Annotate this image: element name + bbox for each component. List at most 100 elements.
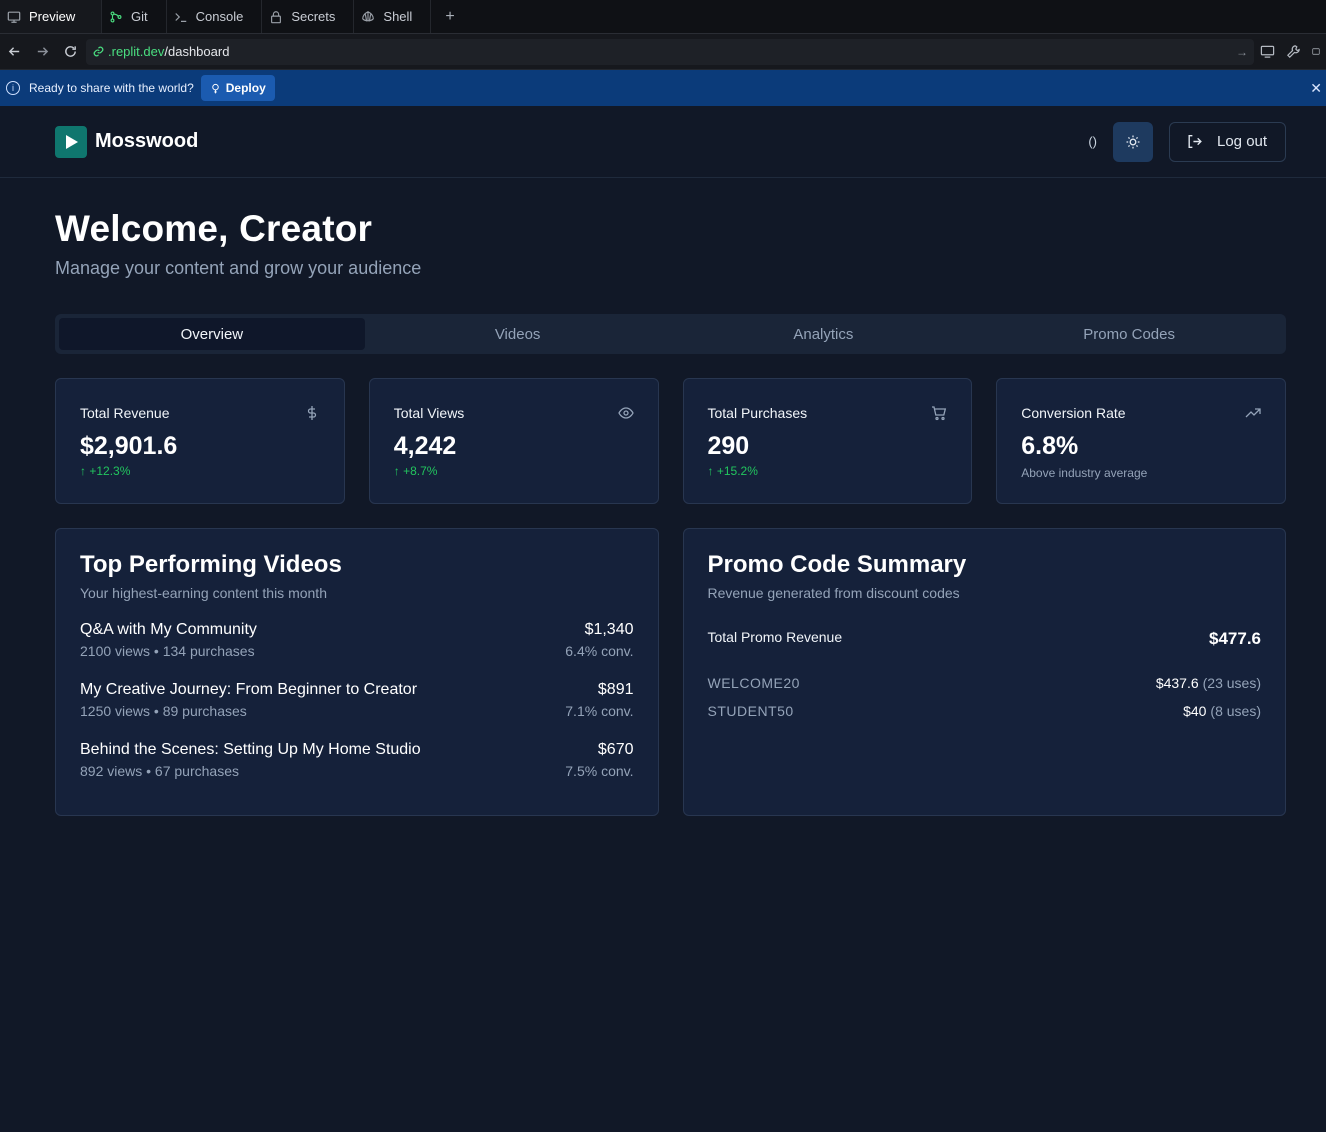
- eye-icon: [617, 405, 634, 421]
- stat-label: Total Revenue: [80, 405, 170, 421]
- arrow-up-icon: ↑: [393, 464, 400, 478]
- url-bar: .replit.dev/dashboard →: [0, 34, 1326, 70]
- stat-change-value: +12.3%: [89, 464, 131, 478]
- wrench-icon[interactable]: [1286, 44, 1302, 60]
- stat-card-views: Total Views 4,242 ↑ +8.7%: [368, 378, 659, 504]
- arrow-up-icon: ↑: [80, 464, 86, 478]
- banner-text: Ready to share with the world?: [29, 81, 194, 95]
- tab-label: Console: [195, 9, 244, 24]
- external-window-icon[interactable]: [1312, 44, 1320, 60]
- promo-uses: (8 uses): [1210, 703, 1261, 719]
- video-conversion: 6.4% conv.: [565, 643, 634, 659]
- dashboard-main: Welcome, Creator Manage your content and…: [0, 208, 1326, 816]
- stat-change: ↑ +15.2%: [708, 464, 948, 478]
- panel-title: Promo Code Summary: [707, 551, 967, 578]
- video-revenue: $670: [597, 741, 634, 758]
- stat-card-purchases: Total Purchases 290 ↑ +15.2%: [682, 378, 973, 504]
- tab-analytics[interactable]: Analytics: [671, 318, 977, 350]
- reload-button[interactable]: [56, 38, 84, 66]
- stats-row: Total Revenue $2,901.6 ↑ +12.3% Total Vi…: [55, 378, 1286, 504]
- logo-icon: [55, 125, 87, 158]
- dollar-icon: [304, 405, 320, 421]
- stat-value: $2,901.6: [80, 432, 178, 460]
- list-item[interactable]: My Creative Journey: From Beginner to Cr…: [80, 681, 634, 741]
- panel-subtitle: Your highest-earning content this month: [80, 585, 327, 601]
- panels-row: Top Performing Videos Your highest-earni…: [55, 528, 1286, 816]
- tab-label: Git: [131, 9, 148, 24]
- plus-icon: +: [445, 7, 455, 25]
- sun-icon: [1126, 135, 1140, 148]
- tab-videos[interactable]: Videos: [365, 318, 671, 350]
- promo-code: WELCOME20: [707, 675, 800, 691]
- top-videos-panel: Top Performing Videos Your highest-earni…: [55, 528, 659, 816]
- page-subtitle: Manage your content and grow your audien…: [55, 258, 422, 278]
- video-list: Q&A with My Community 2100 views • 134 pu…: [80, 621, 634, 801]
- promo-code-row: WELCOME20 $437.6 (23 uses): [708, 669, 1262, 697]
- go-arrow-icon[interactable]: →: [1236, 45, 1248, 59]
- url-path: /dashboard: [164, 44, 230, 59]
- stat-card-conversion: Conversion Rate 6.8% Above industry aver…: [996, 378, 1286, 504]
- url-field[interactable]: .replit.dev/dashboard →: [86, 38, 1254, 65]
- tab-git[interactable]: Git: [102, 0, 167, 33]
- info-icon: i: [6, 81, 20, 95]
- tab-console[interactable]: Console: [167, 0, 263, 33]
- shell-icon: [360, 9, 376, 25]
- video-revenue: $1,340: [584, 621, 634, 638]
- stat-value: 290: [707, 432, 750, 460]
- tab-promo-codes[interactable]: Promo Codes: [976, 318, 1282, 350]
- video-meta: 2100 views • 134 purchases: [80, 643, 255, 659]
- video-conversion: 7.1% conv.: [565, 703, 634, 719]
- video-meta: 892 views • 67 purchases: [80, 763, 239, 779]
- new-tab-button[interactable]: +: [431, 0, 468, 33]
- git-icon: [108, 9, 124, 25]
- back-button[interactable]: [0, 38, 28, 66]
- page-title: Welcome, Creator: [55, 208, 373, 249]
- promo-code-row: STUDENT50 $40 (8 uses): [708, 697, 1262, 725]
- arrow-right-icon: [37, 47, 48, 56]
- reload-icon: [64, 46, 76, 57]
- video-title: My Creative Journey: From Beginner to Cr…: [80, 681, 418, 698]
- video-conversion: 7.5% conv.: [565, 763, 634, 779]
- logout-icon: [1188, 134, 1202, 149]
- panel-title: Top Performing Videos: [80, 551, 342, 578]
- brand-name: Mosswood: [95, 130, 199, 152]
- promo-total-row: Total Promo Revenue $477.6: [708, 629, 1262, 649]
- tab-preview[interactable]: Preview: [0, 0, 102, 33]
- trending-up-icon: [1245, 405, 1261, 421]
- logout-button[interactable]: Log out: [1169, 121, 1286, 162]
- promo-uses: (23 uses): [1202, 675, 1261, 691]
- tab-label: Preview: [29, 9, 76, 24]
- stat-card-revenue: Total Revenue $2,901.6 ↑ +12.3%: [55, 378, 345, 504]
- list-item[interactable]: Q&A with My Community 2100 views • 134 pu…: [80, 621, 634, 681]
- promo-amount: $40: [1183, 703, 1207, 719]
- close-icon[interactable]: ✕: [1310, 80, 1322, 97]
- deploy-button[interactable]: Deploy: [200, 75, 275, 101]
- promo-total-value: $477.6: [1209, 629, 1261, 648]
- promo-code: STUDENT50: [707, 703, 794, 719]
- ide-tab-bar: Preview Git Console Secrets Shell +: [0, 0, 1326, 34]
- url-domain: .replit.dev: [108, 44, 165, 59]
- tab-overview[interactable]: Overview: [59, 318, 365, 350]
- user-name-placeholder: (): [1088, 134, 1097, 149]
- promo-amount: $437.6: [1155, 675, 1199, 691]
- app-header: Mosswood () Log out: [0, 106, 1326, 178]
- video-title: Q&A with My Community: [80, 621, 257, 638]
- stat-change-value: +15.2%: [716, 464, 758, 478]
- deploy-banner: i Ready to share with the world? Deploy …: [0, 70, 1326, 106]
- stat-label: Total Views: [393, 405, 465, 421]
- cart-icon: [931, 405, 947, 421]
- theme-toggle-button[interactable]: [1113, 121, 1153, 162]
- tab-label: Shell: [383, 9, 413, 24]
- stat-label: Conversion Rate: [1021, 405, 1126, 421]
- tab-secrets[interactable]: Secrets: [262, 0, 355, 33]
- lock-icon: [268, 9, 284, 25]
- tab-shell[interactable]: Shell: [354, 0, 432, 33]
- stat-change: ↑ +12.3%: [80, 464, 320, 478]
- list-item[interactable]: Behind the Scenes: Setting Up My Home St…: [80, 741, 634, 801]
- tab-label: Secrets: [291, 9, 336, 24]
- promo-summary-panel: Promo Code Summary Revenue generated fro…: [682, 528, 1286, 816]
- forward-button[interactable]: [28, 38, 56, 66]
- stat-change-value: +8.7%: [403, 464, 438, 478]
- logout-label: Log out: [1217, 133, 1268, 150]
- devices-icon[interactable]: [1260, 44, 1276, 60]
